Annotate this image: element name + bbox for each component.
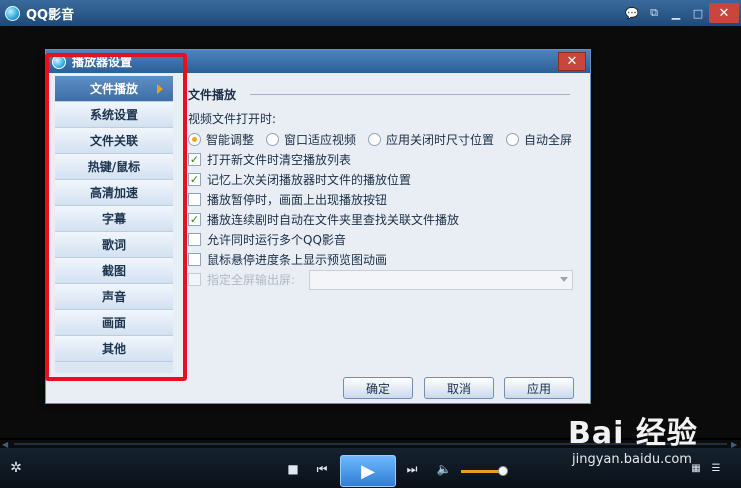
dialog-titlebar[interactable]: 播放器设置 ✕ bbox=[46, 50, 590, 73]
sidebar-item-label: 声音 bbox=[101, 290, 126, 304]
watermark-main-text: Bai 经验 bbox=[568, 416, 698, 451]
checkbox-label: 播放连续剧时自动在文件夹里查找关联文件播放 bbox=[207, 213, 460, 227]
stop-icon[interactable]: ■ bbox=[286, 462, 300, 476]
radio-label: 智能调整 bbox=[206, 133, 255, 147]
sidebar-item-picture[interactable]: 画面 bbox=[55, 310, 173, 336]
open-behavior-radio-group: 智能调整 窗口适应视频 应用关闭时尺寸位置 自动全屏 bbox=[188, 131, 584, 148]
app-titlebar: QQ影音 💬 ⧉ ▁ □ ✕ bbox=[0, 0, 741, 26]
sidebar-item-screenshot[interactable]: 截图 bbox=[55, 258, 173, 284]
baidu-jingyan-watermark: Bai 经验 jingyan.baidu.com bbox=[558, 408, 738, 470]
checkbox[interactable]: ✓ bbox=[188, 213, 201, 226]
cancel-button[interactable]: 取消 bbox=[424, 377, 494, 399]
checkbox[interactable] bbox=[188, 233, 201, 246]
checkbox-multiple-instances[interactable]: 允许同时运行多个QQ影音 bbox=[188, 231, 346, 248]
apply-button[interactable]: 应用 bbox=[504, 377, 574, 399]
qq-player-logo-icon bbox=[5, 5, 20, 21]
radio-fit-video[interactable]: 窗口适应视频 bbox=[266, 131, 356, 148]
volume-icon[interactable]: 🔈 bbox=[436, 462, 452, 476]
checkbox-clear-playlist[interactable]: ✓ 打开新文件时清空播放列表 bbox=[188, 151, 351, 168]
checkbox[interactable] bbox=[188, 253, 201, 266]
previous-icon[interactable]: ⏮ bbox=[315, 462, 329, 476]
watermark-sub-text: jingyan.baidu.com bbox=[572, 452, 692, 467]
sidebar-item-subtitles[interactable]: 字幕 bbox=[55, 206, 173, 232]
sidebar-item-label: 高清加速 bbox=[89, 186, 138, 200]
fullscreen-output-select[interactable] bbox=[309, 270, 573, 290]
sidebar-item-system-settings[interactable]: 系统设置 bbox=[55, 102, 173, 128]
volume-slider-knob[interactable] bbox=[498, 466, 508, 476]
checkbox-label: 指定全屏输出屏: bbox=[207, 273, 296, 287]
play-button[interactable]: ▶ bbox=[340, 455, 396, 487]
next-icon[interactable]: ⏭ bbox=[405, 462, 419, 476]
checkbox-label: 鼠标悬停进度条上显示预览图动画 bbox=[207, 253, 388, 267]
sidebar-item-label: 其他 bbox=[101, 342, 126, 356]
sidebar-item-label: 热键/鼠标 bbox=[87, 160, 141, 174]
sidebar-item-label: 系统设置 bbox=[89, 108, 138, 122]
sidebar-item-hd-acceleration[interactable]: 高清加速 bbox=[55, 180, 173, 206]
radio-last-size[interactable]: 应用关闭时尺寸位置 bbox=[368, 131, 494, 148]
dialog-title: 播放器设置 bbox=[72, 55, 133, 69]
radio-button[interactable] bbox=[506, 133, 520, 146]
sidebar-item-file-playback[interactable]: 文件播放 bbox=[55, 76, 173, 102]
checkbox-remember-position[interactable]: ✓ 记忆上次关闭播放器时文件的播放位置 bbox=[188, 171, 411, 188]
dialog-close-button[interactable]: ✕ bbox=[558, 52, 586, 71]
window-mode-icon[interactable]: ⧉ bbox=[643, 4, 665, 22]
radio-label: 自动全屏 bbox=[524, 133, 573, 147]
sidebar-item-label: 画面 bbox=[101, 316, 126, 330]
radio-label: 应用关闭时尺寸位置 bbox=[386, 133, 495, 147]
arrow-right-icon bbox=[157, 84, 163, 94]
sidebar-item-label: 字幕 bbox=[101, 212, 126, 226]
sidebar-item-label: 文件关联 bbox=[89, 134, 138, 148]
radio-button[interactable] bbox=[188, 133, 201, 146]
qq-player-logo-icon bbox=[52, 54, 66, 69]
open-behavior-label: 视频文件打开时: bbox=[188, 112, 277, 126]
checkbox[interactable]: ✓ bbox=[188, 153, 201, 166]
checkbox-fullscreen-output[interactable]: 指定全屏输出屏: bbox=[188, 271, 295, 288]
checkbox[interactable] bbox=[188, 193, 201, 206]
minimize-icon[interactable]: ▁ bbox=[665, 4, 687, 22]
sidebar-item-sound[interactable]: 声音 bbox=[55, 284, 173, 310]
close-icon[interactable]: ✕ bbox=[709, 3, 739, 23]
sidebar-item-label: 截图 bbox=[101, 264, 126, 278]
section-divider bbox=[250, 94, 570, 95]
sidebar-item-label: 歌词 bbox=[101, 238, 126, 252]
checkbox[interactable]: ✓ bbox=[188, 173, 201, 186]
titlebar-controls: 💬 ⧉ ▁ □ ✕ bbox=[621, 0, 741, 26]
checkbox-series-autofind[interactable]: ✓ 播放连续剧时自动在文件夹里查找关联文件播放 bbox=[188, 211, 459, 228]
checkbox-label: 记忆上次关闭播放器时文件的播放位置 bbox=[207, 173, 412, 187]
maximize-icon[interactable]: □ bbox=[687, 4, 709, 22]
settings-sidebar: 文件播放 系统设置 文件关联 热键/鼠标 高清加速 字幕 歌词 截图 声音 画面… bbox=[55, 76, 173, 373]
radio-auto-fullscreen[interactable]: 自动全屏 bbox=[506, 131, 572, 148]
volume-slider[interactable] bbox=[461, 470, 501, 473]
checkbox-preview-animation[interactable]: 鼠标悬停进度条上显示预览图动画 bbox=[188, 251, 387, 268]
radio-button[interactable] bbox=[266, 133, 280, 146]
checkbox-label: 播放暂停时，画面上出现播放按钮 bbox=[207, 193, 388, 207]
checkbox-label: 允许同时运行多个QQ影音 bbox=[207, 233, 346, 247]
sidebar-item-lyrics[interactable]: 歌词 bbox=[55, 232, 173, 258]
radio-label: 窗口适应视频 bbox=[284, 133, 357, 147]
sidebar-item-other[interactable]: 其他 bbox=[55, 336, 173, 362]
radio-button[interactable] bbox=[368, 133, 382, 146]
chevron-down-icon bbox=[560, 277, 568, 282]
checkbox-pause-button[interactable]: 播放暂停时，画面上出现播放按钮 bbox=[188, 191, 387, 208]
paw-logo-icon[interactable]: ✲ bbox=[8, 460, 24, 476]
radio-smart-adjust[interactable]: 智能调整 bbox=[188, 131, 254, 148]
sidebar-item-label: 文件播放 bbox=[89, 82, 138, 96]
checkbox[interactable] bbox=[188, 273, 201, 286]
chat-icon[interactable]: 💬 bbox=[621, 4, 643, 22]
section-title: 文件播放 bbox=[188, 88, 237, 102]
sidebar-item-hotkeys-mouse[interactable]: 热键/鼠标 bbox=[55, 154, 173, 180]
app-title: QQ影音 bbox=[26, 7, 75, 23]
sidebar-item-file-association[interactable]: 文件关联 bbox=[55, 128, 173, 154]
ok-button[interactable]: 确定 bbox=[343, 377, 413, 399]
checkbox-label: 打开新文件时清空播放列表 bbox=[207, 153, 352, 167]
